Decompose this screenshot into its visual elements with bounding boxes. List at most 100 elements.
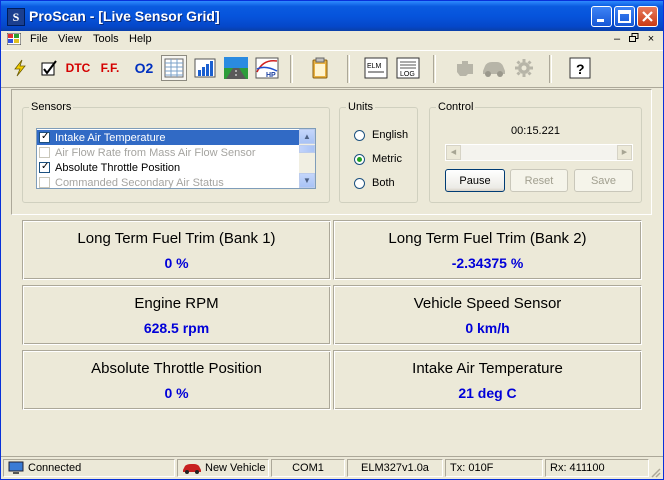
dashboard-button[interactable] bbox=[223, 55, 249, 81]
freeze-frame-icon: F.F. bbox=[100, 61, 120, 75]
o2-icon: O2 bbox=[134, 60, 154, 76]
units-both-radio[interactable]: Both bbox=[354, 177, 395, 189]
svg-text:ELM: ELM bbox=[367, 63, 382, 70]
units-option-label: Metric bbox=[372, 153, 402, 165]
o2-sensor-button[interactable]: O2 bbox=[131, 55, 157, 81]
bar-graph-icon bbox=[194, 58, 216, 78]
scroll-right-arrow-icon[interactable]: ▶ bbox=[617, 145, 632, 160]
menu-file[interactable]: File bbox=[30, 33, 48, 45]
status-interface: ELM327v1.0a bbox=[347, 459, 443, 477]
sensor-tile: Long Term Fuel Trim (Bank 2) -2.34375 % bbox=[333, 220, 642, 280]
scroll-thumb[interactable] bbox=[299, 145, 315, 153]
sensor-listbox[interactable]: ✓ Intake Air Temperature Air Flow Rate f… bbox=[36, 128, 316, 189]
close-icon bbox=[642, 11, 653, 22]
menu-tools[interactable]: Tools bbox=[93, 33, 119, 45]
maximize-button[interactable] bbox=[614, 6, 635, 27]
toolbar: DTC F.F. O2 HP ELM LOG ? bbox=[1, 50, 663, 88]
sensor-tile: Intake Air Temperature 21 deg C bbox=[333, 350, 642, 410]
radio-button[interactable] bbox=[354, 177, 365, 189]
title-bar[interactable]: S ProScan - [Live Sensor Grid] bbox=[1, 1, 663, 31]
elapsed-time: 00:15.221 bbox=[511, 125, 560, 137]
radio-button[interactable] bbox=[354, 129, 365, 141]
status-tx: Tx: 010F bbox=[445, 459, 543, 477]
scroll-down-arrow-icon[interactable]: ▼ bbox=[299, 173, 315, 188]
settings-button[interactable] bbox=[511, 55, 537, 81]
status-connection-text: Connected bbox=[28, 462, 82, 474]
units-english-radio[interactable]: English bbox=[354, 129, 408, 141]
sensor-checkbox[interactable] bbox=[39, 177, 50, 188]
sensor-tile-name: Intake Air Temperature bbox=[412, 360, 563, 377]
clipboard-icon bbox=[312, 57, 328, 79]
sensor-tile-value: -2.34375 % bbox=[451, 255, 524, 271]
app-icon[interactable]: S bbox=[7, 8, 25, 26]
help-icon: ? bbox=[569, 57, 591, 79]
graph-button[interactable] bbox=[192, 55, 218, 81]
live-sensor-grid-button[interactable] bbox=[161, 55, 187, 81]
vehicle-button[interactable] bbox=[481, 55, 507, 81]
clipboard-button[interactable] bbox=[307, 55, 333, 81]
menu-view[interactable]: View bbox=[58, 33, 82, 45]
sensor-list-item[interactable]: Air Flow Rate from Mass Air Flow Sensor bbox=[37, 145, 299, 160]
menu-help[interactable]: Help bbox=[129, 33, 152, 45]
sensor-list-scrollbar[interactable]: ▲ ▼ bbox=[299, 129, 315, 188]
save-button[interactable]: Save bbox=[574, 169, 633, 192]
close-button[interactable] bbox=[637, 6, 658, 27]
gear-icon bbox=[515, 59, 533, 77]
sensor-tile-name: Long Term Fuel Trim (Bank 1) bbox=[77, 230, 276, 247]
minimize-icon bbox=[597, 19, 604, 22]
mdi-minimize-button[interactable]: – bbox=[610, 33, 624, 46]
radio-button[interactable] bbox=[354, 153, 365, 165]
scroll-up-arrow-icon[interactable]: ▲ bbox=[299, 129, 315, 144]
maximize-icon bbox=[618, 10, 631, 23]
units-metric-radio[interactable]: Metric bbox=[354, 153, 402, 165]
dyno-button[interactable]: HP bbox=[254, 55, 280, 81]
car-icon bbox=[183, 464, 201, 474]
elm-icon: ELM bbox=[364, 57, 388, 79]
units-group-title: Units bbox=[346, 101, 376, 113]
status-port: COM1 bbox=[271, 459, 345, 477]
restore-icon bbox=[629, 33, 639, 42]
sensor-tile: Engine RPM 628.5 rpm bbox=[22, 285, 331, 345]
sensor-tile-name: Absolute Throttle Position bbox=[91, 360, 262, 377]
engine-button[interactable] bbox=[452, 55, 478, 81]
elm-terminal-button[interactable]: ELM bbox=[363, 55, 389, 81]
sensor-list-item[interactable]: Commanded Secondary Air Status bbox=[37, 175, 299, 188]
sensor-checkbox[interactable] bbox=[39, 147, 50, 158]
scroll-left-arrow-icon[interactable]: ◀ bbox=[446, 145, 461, 160]
readiness-button[interactable] bbox=[36, 55, 62, 81]
freeze-frame-button[interactable]: F.F. bbox=[97, 55, 123, 81]
log-button[interactable]: LOG bbox=[395, 55, 421, 81]
menu-bar: File View Tools Help – × bbox=[1, 31, 663, 49]
sensor-checkbox[interactable]: ✓ bbox=[39, 161, 50, 173]
help-button[interactable]: ? bbox=[567, 55, 593, 81]
sensors-group-title: Sensors bbox=[29, 101, 74, 113]
sensor-list-item[interactable]: ✓ Absolute Throttle Position bbox=[37, 160, 299, 175]
minimize-button[interactable] bbox=[591, 6, 612, 27]
sensor-tile-value: 628.5 rpm bbox=[143, 320, 210, 336]
sensor-tile: Absolute Throttle Position 0 % bbox=[22, 350, 331, 410]
mdi-child-icon[interactable] bbox=[7, 33, 21, 45]
units-option-label: Both bbox=[372, 177, 395, 189]
sensor-label: Absolute Throttle Position bbox=[55, 161, 181, 174]
sensor-tile-value: 0 % bbox=[164, 255, 189, 271]
status-vehicle: New Vehicle bbox=[177, 459, 269, 477]
sensor-tile-value: 21 deg C bbox=[458, 385, 517, 401]
mdi-restore-button[interactable] bbox=[627, 33, 641, 46]
playback-slider[interactable]: ◀ ▶ bbox=[445, 144, 633, 161]
car-icon bbox=[483, 62, 505, 77]
grid-icon bbox=[164, 58, 184, 78]
mdi-close-button[interactable]: × bbox=[644, 33, 658, 46]
pause-button[interactable]: Pause bbox=[445, 169, 505, 192]
reset-button[interactable]: Reset bbox=[510, 169, 568, 192]
dtc-button[interactable]: DTC bbox=[65, 55, 91, 81]
log-icon: LOG bbox=[396, 57, 420, 79]
sensor-list-item[interactable]: ✓ Intake Air Temperature bbox=[37, 130, 299, 145]
connect-button[interactable] bbox=[7, 55, 33, 81]
sensor-tile-value: 0 km/h bbox=[465, 320, 510, 336]
sensor-label: Intake Air Temperature bbox=[55, 131, 166, 144]
sensor-checkbox[interactable]: ✓ bbox=[39, 131, 50, 143]
sensor-tile-value: 0 % bbox=[164, 385, 189, 401]
resize-grip-icon[interactable] bbox=[649, 466, 661, 478]
toolbar-separator bbox=[433, 55, 436, 83]
svg-text:LOG: LOG bbox=[400, 71, 415, 78]
